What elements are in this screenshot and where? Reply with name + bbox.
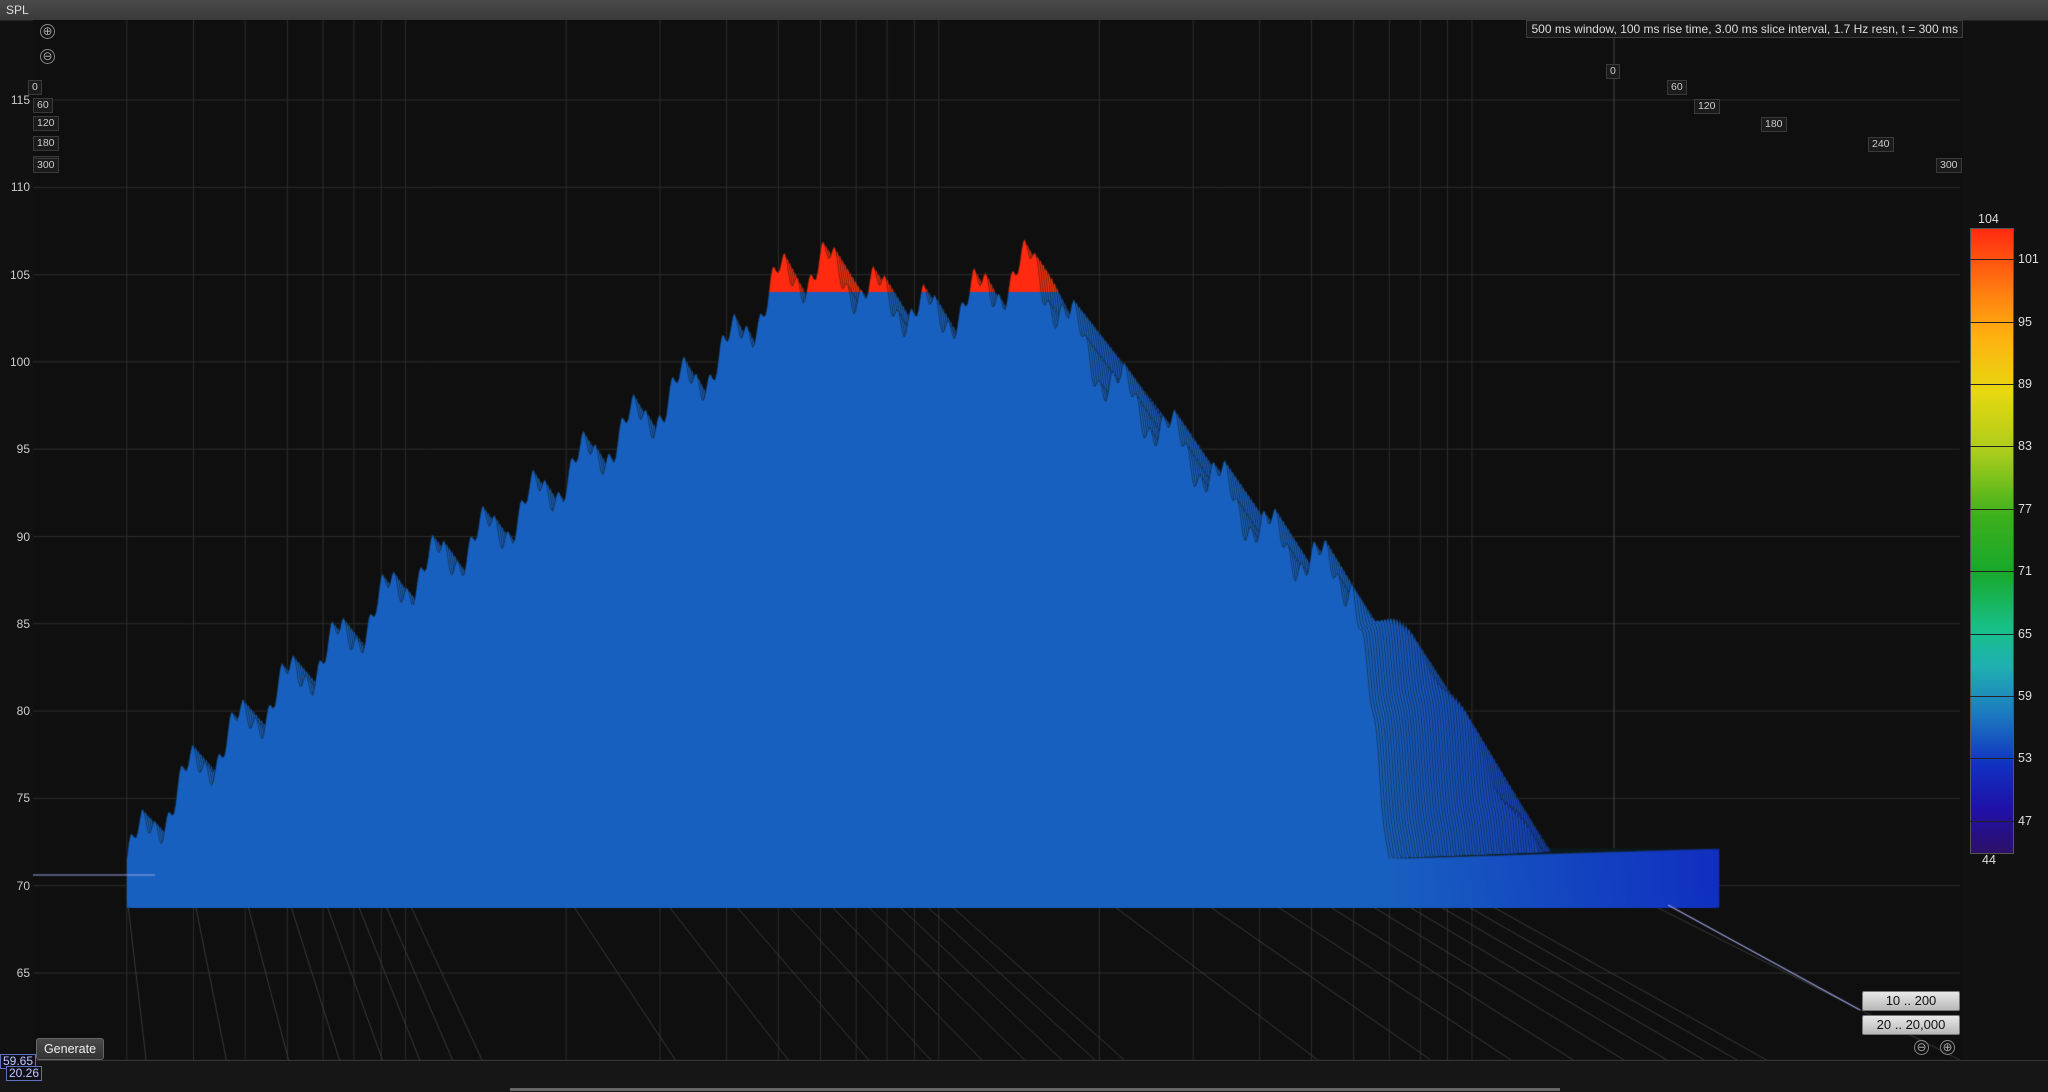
spl-tick-label: 110 (10, 180, 30, 195)
panel-title: SPL (6, 3, 29, 17)
colorbar-tick-mark (1970, 321, 2014, 323)
colorbar-tick-mark (1970, 571, 2014, 573)
time-tick-label-left: 300 (33, 158, 59, 173)
waterfall-surface[interactable] (33, 20, 1963, 1060)
time-tick-label-left: 0 (28, 80, 42, 95)
colorbar-tick-mark (1970, 758, 2014, 760)
generate-button[interactable]: Generate (36, 1038, 104, 1060)
colorbar-tick-label: 59 (2018, 689, 2032, 703)
spl-tick-label: 90 (16, 529, 30, 544)
x-zoom-out-icon[interactable]: ⊖ (1914, 1040, 1929, 1055)
colorbar-tick-mark (1970, 384, 2014, 385)
time-tick-label-left: 120 (33, 116, 59, 131)
spl-tick-label: 75 (16, 791, 30, 806)
frequency-range-button[interactable]: 20 .. 20,000 (1862, 1015, 1960, 1035)
colorbar-tick-label: 47 (2018, 813, 2032, 828)
time-tick-label-right: 120 (1694, 99, 1720, 114)
time-tick-label-left: 180 (33, 136, 59, 151)
zoom-out-icon[interactable]: ⊖ (40, 49, 55, 64)
colorbar-tick-mark (1970, 633, 2014, 635)
time-tick-label-right: 0 (1606, 64, 1620, 79)
time-tick-label-right: 300 (1936, 158, 1962, 173)
colorbar-min-label: 44 (1982, 853, 1996, 867)
spl-tick-label: 80 (16, 704, 30, 719)
colorbar-tick-label: 89 (2018, 377, 2032, 391)
colorbar-tick-label: 71 (2018, 564, 2032, 579)
waterfall-plot-area[interactable] (33, 20, 1963, 1060)
colorbar-tick-mark (1970, 446, 2014, 448)
colorbar-tick-label: 95 (2018, 314, 2032, 329)
colorbar-tick-label: 77 (2018, 501, 2032, 516)
spl-tick-label: 100 (9, 354, 30, 369)
spl-tick-label: 70 (16, 878, 30, 893)
colorbar-tick-mark (1970, 696, 2014, 697)
spl-tick-label: 85 (16, 616, 30, 631)
colorbar-tick-label: 65 (2018, 626, 2032, 641)
colorbar-tick-mark (1970, 820, 2014, 822)
spl-tick-label: 95 (16, 442, 30, 457)
time-tick-label-right: 60 (1667, 80, 1687, 95)
time-tick-label-right: 240 (1868, 137, 1894, 152)
colorbar-tick-label: 83 (2018, 439, 2032, 454)
colorbar-tick-mark (1970, 259, 2014, 261)
spl-tick-label: 65 (16, 966, 30, 980)
spl-tick-label: 105 (9, 267, 30, 282)
colorbar-tick-label: 101 (2018, 252, 2039, 267)
zoom-in-icon[interactable]: ⊕ (40, 24, 55, 39)
frequency-readout: 20.26 (6, 1066, 43, 1081)
colorbar-tick-mark (1970, 508, 2014, 510)
x-zoom-in-icon[interactable]: ⊕ (1940, 1040, 1955, 1055)
analysis-info-box: 500 ms window, 100 ms rise time, 3.00 ms… (1526, 20, 1963, 38)
time-tick-label-left: 60 (33, 98, 53, 113)
time-tick-label-right: 180 (1761, 117, 1787, 132)
colorbar-tick-label: 53 (2018, 751, 2032, 766)
spl-tick-label: 115 (10, 93, 30, 107)
panel-header: SPL (0, 0, 2048, 21)
time-range-button[interactable]: 10 .. 200 (1862, 991, 1960, 1011)
colorbar-max-label: 104 (1978, 212, 1999, 226)
